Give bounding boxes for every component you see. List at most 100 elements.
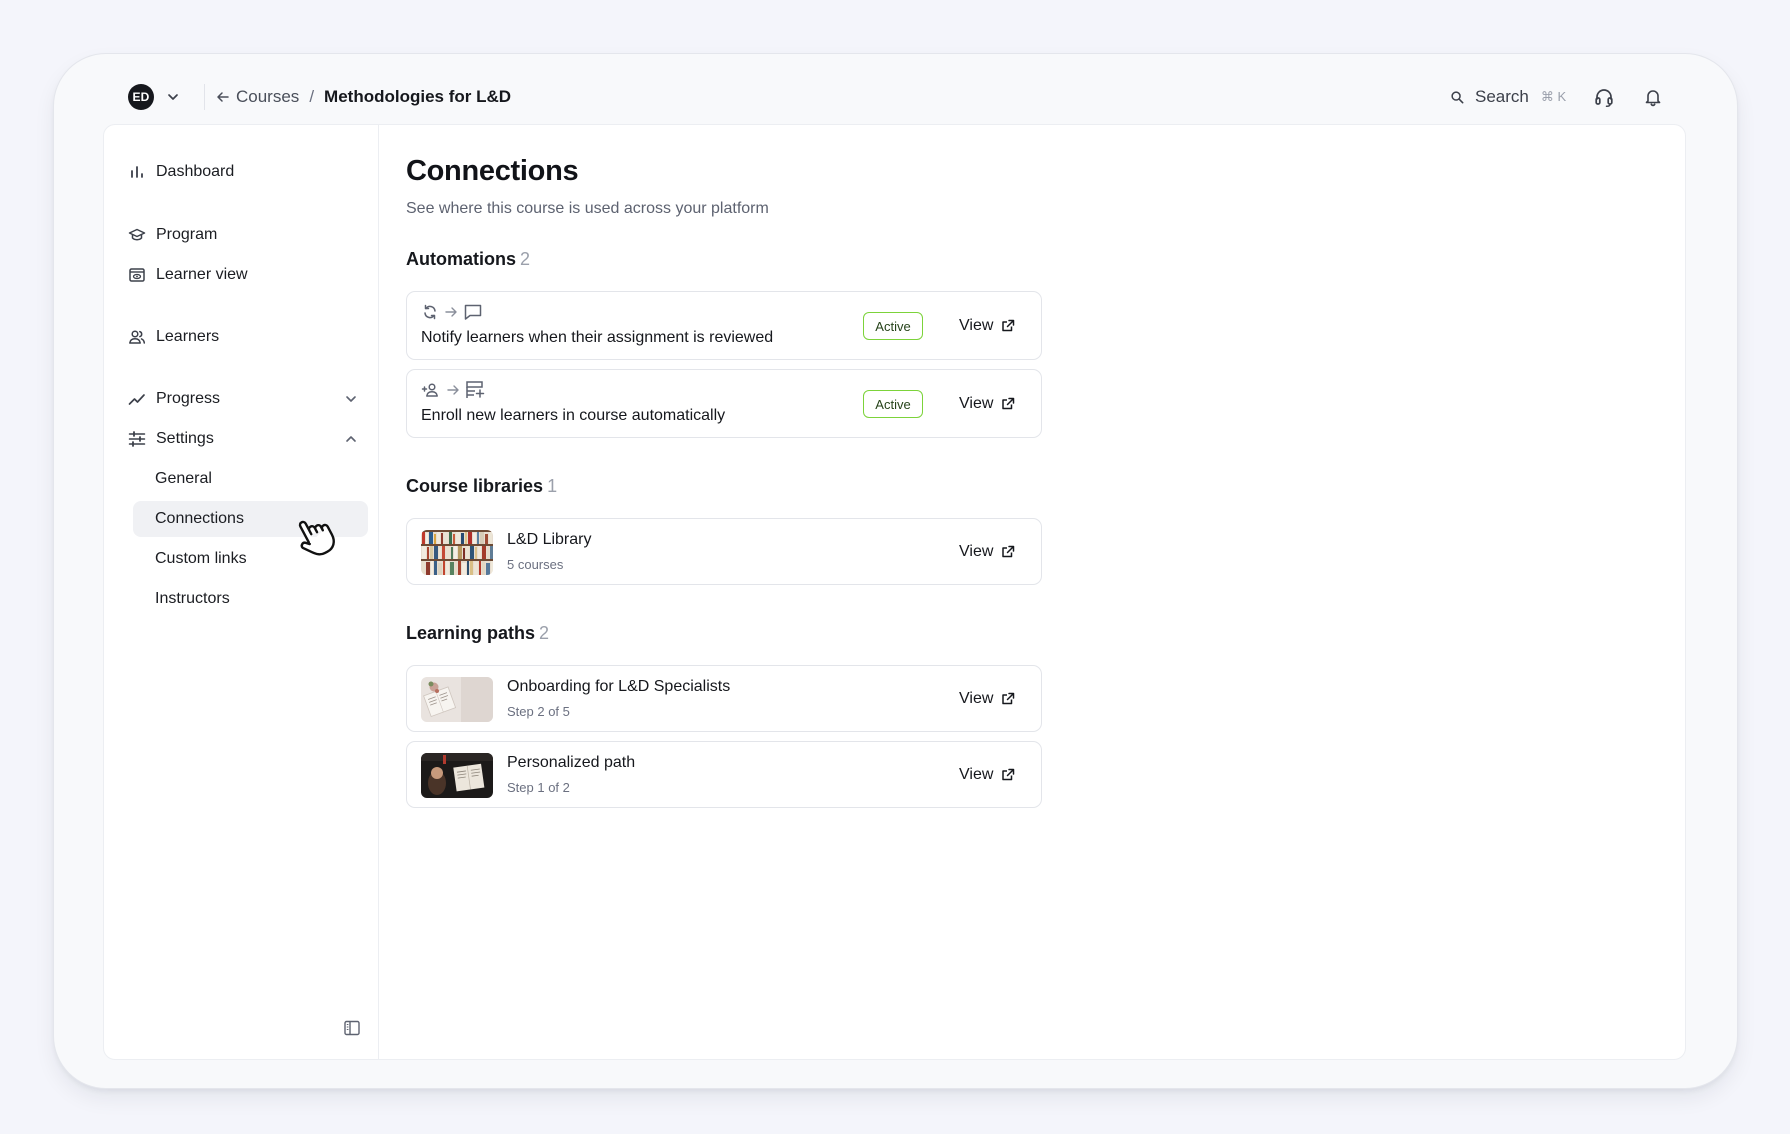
- page-subtitle: See where this course is used across you…: [406, 200, 769, 217]
- learning-path-meta: Step 1 of 2: [507, 780, 570, 795]
- search-label: Search: [1475, 87, 1529, 106]
- sidebar-item-label: Learners: [156, 328, 220, 345]
- sidebar-item-learner-view[interactable]: Learner view: [128, 257, 368, 293]
- automation-title: Notify learners when their assignment is…: [421, 329, 774, 346]
- sidebar-item-label: Learner view: [156, 266, 248, 283]
- sidebar-subitem-instructors[interactable]: Instructors: [133, 581, 368, 617]
- library-meta: 5 courses: [507, 557, 564, 572]
- arrow-right-icon: [447, 385, 459, 395]
- external-link-icon: [1002, 319, 1015, 332]
- learning-path-meta: Step 2 of 5: [507, 704, 570, 719]
- view-button[interactable]: View: [947, 311, 1027, 341]
- library-thumbnail: [421, 530, 493, 575]
- sidebar-item-dashboard[interactable]: Dashboard: [128, 154, 368, 190]
- sidebar-item-label: Custom links: [155, 550, 247, 567]
- main-content: Connections See where this course is use…: [406, 125, 1685, 1059]
- automation-card: Notify learners when their assignment is…: [406, 291, 1042, 360]
- view-button[interactable]: View: [947, 760, 1027, 790]
- sidebar-item-label: Dashboard: [156, 163, 235, 180]
- sidebar-item-label: Program: [156, 226, 218, 243]
- sidebar-item-label: Progress: [156, 390, 221, 407]
- section-title: Learning paths: [406, 623, 536, 643]
- message-icon: [464, 304, 482, 320]
- bell-icon: [1645, 90, 1661, 107]
- sidebar-item-program[interactable]: Program: [128, 217, 368, 253]
- view-button[interactable]: View: [947, 389, 1027, 419]
- learning-path-card: Onboarding for L&D Specialists Step 2 of…: [406, 665, 1042, 732]
- app-window: ED Courses / Methodologies for L&D Searc…: [54, 54, 1737, 1088]
- external-link-icon: [1002, 768, 1015, 781]
- sidebar-item-settings[interactable]: Settings: [128, 421, 368, 457]
- refresh-icon: [424, 304, 436, 320]
- learning-path-card: Personalized path Step 1 of 2 View: [406, 741, 1042, 808]
- external-link-icon: [1002, 397, 1015, 410]
- section-count: 2: [539, 623, 550, 643]
- breadcrumb: Courses / Methodologies for L&D: [216, 84, 511, 110]
- status-badge: Active: [863, 312, 923, 340]
- graduation-cap-icon: [128, 228, 146, 241]
- sidebar-item-learners[interactable]: Learners: [128, 319, 368, 355]
- status-badge: Active: [863, 390, 923, 418]
- automations-heading: Automations 2: [406, 249, 530, 270]
- breadcrumb-separator: /: [309, 87, 315, 106]
- learning-path-title: Personalized path: [507, 754, 636, 771]
- workspace-avatar[interactable]: ED: [128, 84, 154, 110]
- headset-icon: [1595, 89, 1613, 108]
- arrow-left-icon: [217, 92, 229, 102]
- bar-chart-icon: [131, 166, 143, 178]
- learning-paths-heading: Learning paths 2: [406, 623, 549, 644]
- automation-flow: [421, 301, 483, 323]
- search-icon: [1451, 90, 1464, 103]
- sidebar-item-label: General: [155, 470, 212, 487]
- automation-title: Enroll new learners in course automatica…: [421, 407, 726, 424]
- library-title: L&D Library: [507, 531, 592, 548]
- view-label: View: [959, 766, 994, 783]
- sidebar-item-label: Settings: [156, 430, 214, 447]
- sidebar-collapse-icon[interactable]: [343, 1019, 361, 1037]
- users-icon: [129, 330, 146, 344]
- section-count: 1: [547, 476, 558, 496]
- automation-flow: [421, 379, 485, 401]
- view-label: View: [959, 317, 994, 334]
- breadcrumb-parent[interactable]: Courses: [236, 87, 299, 107]
- section-title: Course libraries: [406, 476, 544, 496]
- page-title: Connections: [406, 155, 579, 187]
- view-button[interactable]: View: [947, 537, 1027, 567]
- trend-line-icon: [128, 394, 145, 405]
- external-link-icon: [1002, 692, 1015, 705]
- breadcrumb-current: Methodologies for L&D: [324, 87, 512, 106]
- library-card: L&D Library 5 courses View: [406, 518, 1042, 585]
- content-panel: Dashboard Program Learner view Learners …: [103, 124, 1686, 1060]
- learning-path-thumbnail: [421, 753, 493, 798]
- search-button[interactable]: Search ⌘ K: [1450, 84, 1566, 110]
- sidebar-subitem-general[interactable]: General: [133, 461, 368, 497]
- support-button[interactable]: [1591, 84, 1617, 110]
- sidebar-item-label: Connections: [155, 510, 244, 527]
- view-label: View: [959, 690, 994, 707]
- notifications-button[interactable]: [1640, 84, 1666, 110]
- sliders-icon: [128, 431, 146, 447]
- course-libraries-heading: Course libraries 1: [406, 476, 557, 497]
- sidebar-item-label: Instructors: [155, 590, 230, 607]
- chevron-down-icon[interactable]: [164, 88, 182, 106]
- section-count: 2: [520, 249, 531, 269]
- breadcrumb-back-link[interactable]: Courses: [216, 87, 299, 107]
- sidebar-item-progress[interactable]: Progress: [128, 381, 368, 417]
- chevron-up-icon: [346, 436, 356, 442]
- chevron-down-icon: [346, 396, 356, 402]
- list-add-icon: [466, 381, 485, 398]
- section-title: Automations: [406, 249, 516, 269]
- user-plus-icon: [421, 383, 438, 397]
- sidebar: Dashboard Program Learner view Learners …: [104, 125, 379, 1059]
- divider: [204, 84, 205, 110]
- hand-cursor-icon: [298, 520, 335, 556]
- view-button[interactable]: View: [947, 684, 1027, 714]
- learning-path-title: Onboarding for L&D Specialists: [507, 678, 731, 695]
- arrow-right-icon: [445, 307, 457, 317]
- view-label: View: [959, 543, 994, 560]
- search-shortcut: ⌘ K: [1540, 89, 1567, 104]
- view-label: View: [959, 395, 994, 412]
- automation-card: Enroll new learners in course automatica…: [406, 369, 1042, 438]
- eye-window-icon: [129, 268, 145, 282]
- external-link-icon: [1002, 545, 1015, 558]
